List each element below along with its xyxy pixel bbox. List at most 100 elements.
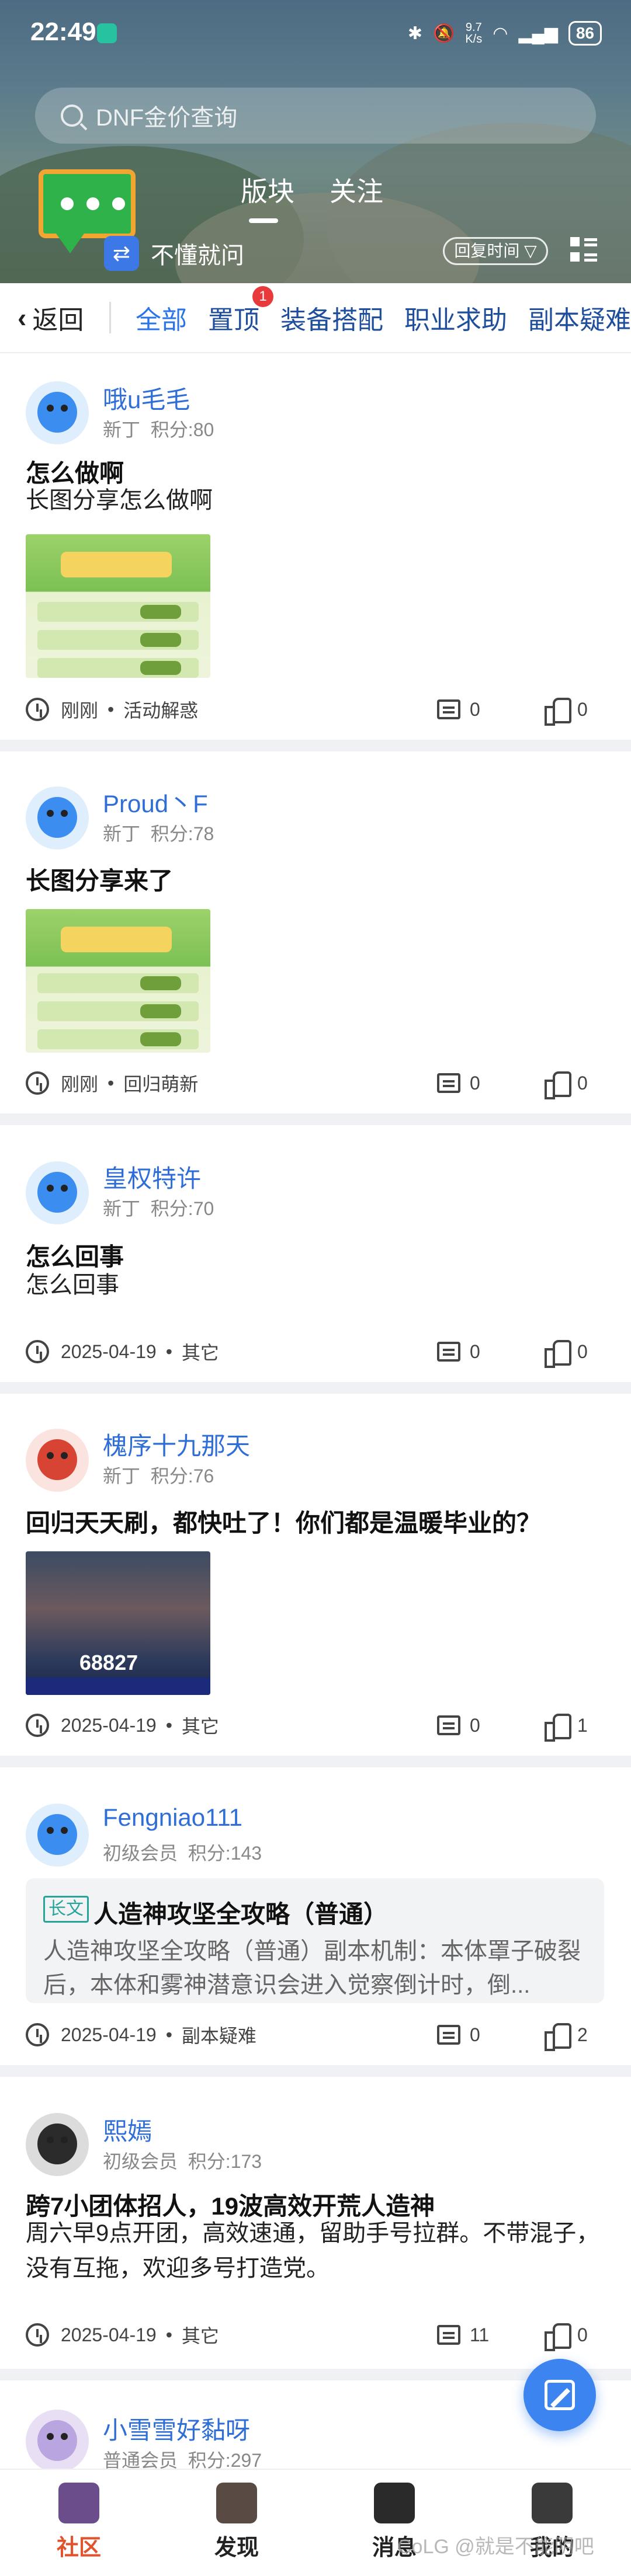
post-card[interactable]: Proud丶F 新丁 积分:78 长图分享来了 刚刚 • 回归萌新 0 0	[0, 751, 631, 1113]
like-icon[interactable]	[545, 1714, 571, 1742]
sort-dropdown[interactable]: 回复时间 ▽	[443, 237, 548, 265]
compose-post-button[interactable]	[523, 2359, 596, 2431]
ask-question-button[interactable]: ⇄ 不懂就问	[104, 236, 244, 271]
search-placeholder: DNF金价查询	[96, 105, 238, 131]
tab-messages[interactable]: 消息	[316, 2470, 473, 2576]
notification-badge: 1	[252, 286, 273, 307]
post-separator	[0, 2065, 631, 2077]
wifi-icon: ◠	[493, 23, 508, 43]
comment-icon[interactable]	[437, 2325, 460, 2345]
post-username[interactable]: 小雪雪好黏呀	[103, 2411, 250, 2446]
category-all[interactable]: 全部	[136, 299, 187, 336]
comment-count: 0	[470, 2024, 480, 2045]
list-layout-icon[interactable]	[570, 237, 597, 264]
swap-arrows-icon: ⇄	[104, 236, 139, 271]
comment-icon[interactable]	[437, 1715, 460, 1735]
post-card[interactable]: 熙嫣 初级会员 积分:173 跨7小团体招人，19波高效开荒人造神 周六早9点开…	[0, 2077, 631, 2369]
like-count: 1	[577, 1714, 588, 1736]
post-footer: 2025-04-19 • 副本疑难 0 2	[26, 2017, 605, 2052]
category-pinned[interactable]: 置顶 1	[208, 286, 273, 336]
like-icon[interactable]	[545, 1340, 571, 1368]
like-icon[interactable]	[545, 698, 571, 726]
avatar[interactable]	[26, 1161, 89, 1224]
post-card[interactable]: 皇权特许 新丁 积分:70 怎么回事 怎么回事 2025-04-19 • 其它 …	[0, 1125, 631, 1382]
category-class-help[interactable]: 职业求助	[404, 299, 507, 336]
clock-icon	[26, 1340, 49, 1363]
like-icon[interactable]	[545, 1071, 571, 1099]
comment-count: 11	[470, 2324, 490, 2345]
status-bar: 22:49 ✱ 🔕 9.7 K/s ◠ ▂▄▆ 86	[0, 0, 631, 70]
post-time: 2025-04-19	[61, 1714, 157, 1736]
post-username[interactable]: Fengniao111	[103, 1804, 242, 1832]
post-image[interactable]: 68827	[26, 1551, 210, 1695]
post-card[interactable]: 槐序十九那天 新丁 积分:76 回归天天刷，都快吐了！你们都是温暖毕业的？ 68…	[0, 1394, 631, 1756]
signal-icon: ▂▄▆	[518, 23, 558, 43]
status-icons: ✱ 🔕 9.7 K/s ◠ ▂▄▆ 86	[408, 21, 602, 46]
post-category: 回归萌新	[123, 1074, 199, 1095]
post-title: 回归天天刷，都快吐了！你们都是温暖毕业的？	[26, 1509, 542, 1537]
search-icon	[61, 105, 83, 127]
post-time: 刚刚	[61, 1074, 99, 1095]
post-user-meta: 新丁 积分:76	[103, 1465, 214, 1487]
avatar[interactable]	[26, 1429, 89, 1492]
image-number: 68827	[79, 1651, 138, 1675]
comment-icon[interactable]	[437, 2025, 460, 2045]
tab-board[interactable]: 版块	[241, 170, 294, 223]
watermark: CoLG @就是不能阴吧	[397, 2536, 594, 2558]
like-count: 0	[577, 1341, 588, 1362]
post-category: 副本疑难	[181, 2025, 256, 2046]
profile-icon	[532, 2483, 573, 2523]
clock-icon	[26, 1071, 49, 1095]
avatar[interactable]	[26, 786, 89, 850]
post-footer: 2025-04-19 • 其它 0 1	[26, 1708, 605, 1743]
avatar[interactable]	[26, 1804, 89, 1867]
post-card[interactable]: 哦u毛毛 新丁 积分:80 怎么做啊 长图分享怎么做啊 刚刚 • 活动解惑 0 …	[0, 354, 631, 740]
category-dungeon[interactable]: 副本疑难	[528, 299, 631, 336]
post-title: 长图分享来了	[26, 867, 174, 894]
header-tabs: 版块 关注	[241, 170, 383, 223]
battery-indicator: 86	[568, 21, 602, 46]
bluetooth-icon: ✱	[407, 23, 422, 43]
post-separator	[0, 1113, 631, 1125]
tab-community[interactable]: 社区	[0, 2470, 158, 2576]
like-icon[interactable]	[545, 2023, 571, 2051]
long-article-title: 人造神攻坚全攻略（普通）	[93, 1900, 389, 1928]
post-username[interactable]: Proud丶F	[103, 784, 208, 820]
category-nav: ‹ 返回 全部 置顶 1 装备搭配 职业求助 副本疑难	[0, 283, 631, 353]
post-footer: 2025-04-19 • 其它 0 0	[26, 1334, 605, 1369]
tab-discover-label: 发现	[214, 2536, 259, 2560]
avatar[interactable]	[26, 2410, 89, 2473]
comment-icon[interactable]	[437, 1342, 460, 1362]
community-icon	[58, 2483, 99, 2523]
clock-icon	[26, 698, 49, 721]
like-icon[interactable]	[545, 2323, 571, 2351]
post-card[interactable]: Fengniao111 初级会员 积分:143 长文 人造神攻坚全攻略（普通） …	[0, 1767, 631, 2065]
post-username[interactable]: 槐序十九那天	[103, 1426, 250, 1462]
clock-icon	[26, 2023, 49, 2046]
post-time: 2025-04-19	[61, 1341, 157, 1362]
chat-bubble-icon	[39, 169, 136, 238]
like-count: 0	[577, 2324, 588, 2345]
post-image[interactable]	[26, 534, 210, 678]
avatar[interactable]	[26, 381, 89, 444]
tab-discover[interactable]: 发现	[158, 2470, 316, 2576]
comment-icon[interactable]	[437, 1073, 460, 1093]
tab-follow[interactable]: 关注	[330, 170, 383, 209]
search-input[interactable]: DNF金价查询	[35, 88, 596, 144]
long-article-card[interactable]: 长文 人造神攻坚全攻略（普通） 人造神攻坚全攻略（普通）副本机制：本体罩子破裂后…	[26, 1878, 604, 2003]
post-user-meta: 新丁 积分:78	[103, 823, 214, 844]
post-username[interactable]: 熙嫣	[103, 2112, 152, 2147]
discover-icon	[216, 2483, 257, 2523]
post-username[interactable]: 哦u毛毛	[103, 380, 190, 416]
status-time: 22:49	[30, 18, 96, 46]
post-image[interactable]	[26, 909, 210, 1053]
back-button[interactable]: ‹ 返回	[0, 299, 109, 336]
comment-icon[interactable]	[437, 699, 460, 719]
post-username[interactable]: 皇权特许	[103, 1159, 201, 1195]
avatar[interactable]	[26, 2113, 89, 2176]
tab-me[interactable]: 我的	[473, 2470, 631, 2576]
category-equipment[interactable]: 装备搭配	[280, 299, 383, 336]
messages-icon	[374, 2483, 415, 2523]
post-footer: 刚刚 • 活动解惑 0 0	[26, 692, 605, 727]
long-article-tag: 长文	[43, 1896, 89, 1923]
